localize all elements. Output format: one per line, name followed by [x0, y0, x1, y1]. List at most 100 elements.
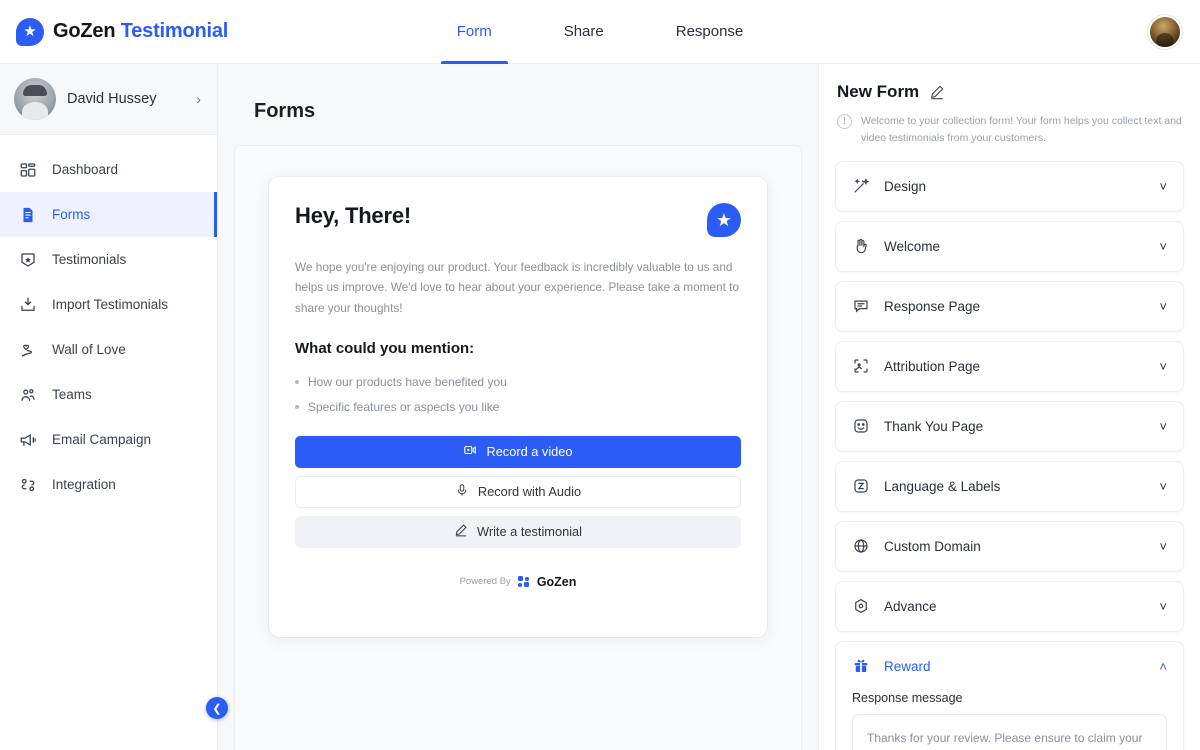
list-item: How our products have benefited you: [295, 370, 741, 395]
chevron-down-icon: ˅: [1159, 598, 1167, 614]
smiley-face-icon: [851, 416, 871, 436]
badge-star-icon: [18, 250, 38, 270]
accordion-header[interactable]: Thank You Page ˅: [836, 402, 1183, 451]
sidebar-item-label: Wall of Love: [52, 342, 126, 357]
gozen-dots-icon: [517, 575, 530, 588]
form-info-note: ! Welcome to your collection form! Your …: [835, 113, 1184, 147]
settings-panel: New Form ! Welcome to your collection fo…: [818, 64, 1200, 750]
powered-by-footer: Powered By GoZen: [295, 575, 741, 589]
accordion-label: Welcome: [884, 238, 941, 254]
response-message-input[interactable]: Thanks for your review. Please ensure to…: [852, 713, 1167, 750]
accordion-header[interactable]: Advance ˅: [836, 582, 1183, 631]
sidebar-item-email-campaign[interactable]: Email Campaign: [0, 417, 217, 462]
accordion-label: Thank You Page: [884, 418, 984, 434]
button-label: Record with Audio: [477, 484, 582, 500]
record-a-video-button[interactable]: Record a video: [295, 435, 741, 468]
top-navigation: Form Share Response: [420, 0, 780, 64]
sidebar-item-label: Teams: [52, 387, 92, 402]
tab-response[interactable]: Response: [660, 0, 760, 63]
sidebar-item-wall-of-love[interactable]: Wall of Love: [0, 327, 217, 372]
chevron-down-icon: ˅: [1159, 298, 1167, 314]
info-icon: !: [837, 114, 852, 129]
chat-bubble-icon: [851, 296, 871, 316]
form-preview-card: Hey, There! ★ We hope you're enjoying ou…: [269, 177, 767, 637]
brand-name: GoZen Testimonial: [53, 20, 228, 43]
star-bubble-icon: ★: [707, 203, 741, 237]
gear-hex-icon: [851, 596, 871, 616]
sidebar-item-import-testimonials[interactable]: Import Testimonials: [0, 282, 217, 327]
record-with-audio-button[interactable]: Record with Audio: [295, 475, 741, 508]
tab-share[interactable]: Share: [548, 0, 620, 63]
powered-by-brand: GoZen: [536, 574, 577, 589]
megaphone-icon: [18, 430, 38, 450]
accordion-label: Reward: [884, 658, 931, 674]
accordion-thank-you-page: Thank You Page ˅: [835, 400, 1184, 452]
star-glyph: ★: [23, 22, 37, 40]
accordion-advance: Advance ˅: [835, 580, 1184, 632]
sidebar-nav: Dashboard Forms Testimonials Import Test…: [0, 135, 217, 507]
chevron-down-icon: ˅: [1159, 238, 1167, 254]
card-heading: Hey, There!: [295, 203, 411, 228]
translate-icon: [851, 476, 871, 496]
top-bar-right: [780, 14, 1200, 49]
app-root: ★ GoZen Testimonial Form Share Response …: [0, 0, 1200, 750]
card-action-buttons: Record a video Record with Audio Write a…: [295, 435, 741, 548]
accordion-design: Design ˅: [835, 160, 1184, 212]
page-title: Forms: [254, 100, 316, 122]
accordion-label: Attribution Page: [884, 358, 981, 374]
import-tray-icon: [18, 295, 38, 315]
accordion-attribution-page: Attribution Page ˅: [835, 340, 1184, 392]
write-a-testimonial-button[interactable]: Write a testimonial: [295, 515, 741, 548]
pencil-icon: [454, 523, 468, 540]
accordion-header[interactable]: Design ˅: [836, 162, 1183, 211]
sidebar-item-label: Integration: [52, 477, 116, 492]
bullet-text: How our products have benefited you: [308, 375, 507, 390]
accordion-label: Response Page: [884, 298, 981, 314]
accordion-header[interactable]: Attribution Page ˅: [836, 342, 1183, 391]
accordion-header[interactable]: Welcome ˅: [836, 222, 1183, 271]
sidebar-item-forms[interactable]: Forms: [0, 192, 217, 237]
sidebar-item-teams[interactable]: Teams: [0, 372, 217, 417]
accordion-header[interactable]: Reward ˄: [836, 642, 1183, 691]
tab-form[interactable]: Form: [440, 0, 508, 64]
brand-name-second: Testimonial: [120, 20, 229, 42]
sidebar: David Hussey › Dashboard Forms Testimoni…: [0, 64, 228, 750]
sidebar-collapse-button[interactable]: ❮: [206, 697, 228, 719]
chevron-left-icon: ❮: [212, 702, 222, 715]
sidebar-item-label: Forms: [52, 207, 91, 222]
pencil-icon[interactable]: [929, 84, 945, 100]
bullet-dot-icon: [295, 380, 299, 385]
button-label: Record a video: [486, 444, 573, 460]
sidebar-item-dashboard[interactable]: Dashboard: [0, 147, 217, 192]
chevron-right-icon[interactable]: ›: [196, 91, 201, 107]
sidebar-item-label: Import Testimonials: [52, 297, 169, 312]
chevron-down-icon: ˅: [1159, 538, 1167, 554]
avatar[interactable]: [1148, 14, 1182, 49]
integration-icon: [18, 475, 38, 495]
star-bubble-icon: ★: [16, 17, 44, 46]
chevron-down-icon: ˅: [1159, 478, 1167, 494]
accordion-language-labels: Language & Labels ˅: [835, 460, 1184, 512]
accordion-label: Advance: [884, 598, 937, 614]
sidebar-item-integration[interactable]: Integration: [0, 462, 217, 507]
frame-corners-icon: [851, 356, 871, 376]
sidebar-item-testimonials[interactable]: Testimonials: [0, 237, 217, 282]
sidebar-item-label: Testimonials: [52, 252, 127, 267]
profile-name: David Hussey: [67, 91, 157, 107]
magic-wand-icon: [851, 176, 871, 196]
accordion-response-page: Response Page ˅: [835, 280, 1184, 332]
chevron-up-icon: ˄: [1159, 658, 1167, 674]
card-header: Hey, There! ★: [295, 203, 741, 237]
accordion-header[interactable]: Custom Domain ˅: [836, 522, 1183, 571]
top-bar: ★ GoZen Testimonial Form Share Response: [0, 0, 1200, 64]
chevron-down-icon: ˅: [1159, 418, 1167, 434]
chevron-down-icon: ˅: [1159, 178, 1167, 194]
list-item: Specific features or aspects you like: [295, 395, 741, 420]
star-glyph: ★: [715, 209, 733, 230]
accordion-header[interactable]: Response Page ˅: [836, 282, 1183, 331]
gift-icon: [851, 656, 871, 676]
accordion-header[interactable]: Language & Labels ˅: [836, 462, 1183, 511]
sidebar-item-label: Email Campaign: [52, 432, 152, 447]
brand-logo[interactable]: ★ GoZen Testimonial: [0, 17, 420, 46]
sidebar-profile[interactable]: David Hussey ›: [0, 64, 217, 135]
